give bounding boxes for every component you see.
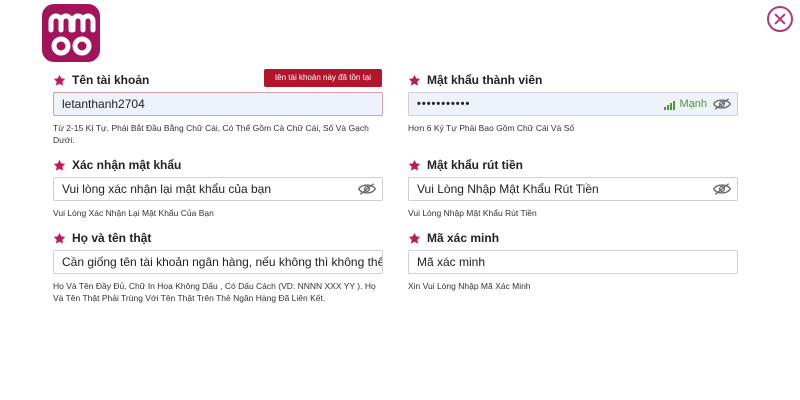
confirm-password-label: Xác nhận mật khẩu bbox=[72, 158, 182, 172]
withdraw-password-field-group: Mật khẩu rút tiền Vui Lòng Nhập Mật Khẩu… bbox=[408, 157, 738, 219]
username-input[interactable]: letanthanh2704 bbox=[53, 92, 383, 116]
eye-off-icon[interactable] bbox=[713, 182, 731, 196]
password-hint: Hơn 6 Ký Tự Phải Bao Gồm Chữ Cái Và Số bbox=[408, 123, 575, 133]
captcha-hint: Xin Vui Lòng Nhập Mã Xác Minh bbox=[408, 281, 531, 291]
confirm-password-hint: Vui Lòng Xác Nhận Lại Mật Khẩu Của Bạn bbox=[53, 208, 214, 218]
withdraw-password-input[interactable]: Vui Lòng Nhập Mật Khẩu Rút Tiền bbox=[408, 177, 738, 201]
withdraw-password-placeholder: Vui Lòng Nhập Mật Khẩu Rút Tiền bbox=[417, 182, 599, 196]
password-label: Mật khẩu thành viên bbox=[427, 73, 543, 87]
required-star-icon bbox=[408, 74, 421, 86]
password-strength: Mạnh bbox=[664, 98, 707, 110]
eye-off-icon[interactable] bbox=[358, 182, 376, 196]
withdraw-password-label: Mật khẩu rút tiền bbox=[427, 158, 524, 172]
full-name-hint: Họ Và Tên Đầy Đủ, Chữ In Hoa Không Dấu ,… bbox=[53, 281, 376, 303]
required-star-icon bbox=[53, 232, 66, 244]
password-value: ••••••••••• bbox=[417, 98, 471, 110]
close-icon[interactable] bbox=[767, 6, 793, 32]
eye-off-icon[interactable] bbox=[713, 97, 731, 111]
username-hint: Từ 2-15 Kí Tự, Phải Bắt Đầu Bằng Chữ Cái… bbox=[53, 123, 369, 145]
required-star-icon bbox=[408, 159, 421, 171]
username-value: letanthanh2704 bbox=[62, 97, 145, 111]
username-error-tooltip: tên tài khoản này đã tồn tại bbox=[264, 69, 382, 87]
password-strength-label: Mạnh bbox=[679, 98, 707, 110]
withdraw-password-hint: Vui Lòng Nhập Mật Khẩu Rút Tiền bbox=[408, 208, 537, 218]
mmoo-logo-icon bbox=[48, 13, 96, 56]
confirm-password-field-group: Xác nhận mật khẩu Vui lòng xác nhận lại … bbox=[53, 157, 383, 219]
full-name-placeholder: Cần giống tên tài khoản ngân hàng, nếu k… bbox=[62, 255, 382, 269]
password-input[interactable]: ••••••••••• Mạnh bbox=[408, 92, 738, 116]
captcha-field-group: Mã xác minh Mã xác minh Xin Vui Lòng Nhậ… bbox=[408, 230, 738, 292]
confirm-password-input[interactable]: Vui lòng xác nhận lại mật khẩu của bạn bbox=[53, 177, 383, 201]
username-label: Tên tài khoản bbox=[72, 73, 150, 87]
signal-bars-icon bbox=[664, 101, 676, 110]
captcha-label: Mã xác minh bbox=[427, 231, 500, 245]
required-star-icon bbox=[408, 232, 421, 244]
captcha-input[interactable]: Mã xác minh bbox=[408, 250, 738, 274]
confirm-password-placeholder: Vui lòng xác nhận lại mật khẩu của bạn bbox=[62, 182, 272, 196]
required-star-icon bbox=[53, 74, 66, 86]
full-name-field-group: Họ và tên thật Cần giống tên tài khoản n… bbox=[53, 230, 383, 304]
password-field-group: Mật khẩu thành viên ••••••••••• Mạnh Hơn… bbox=[408, 72, 738, 134]
captcha-placeholder: Mã xác minh bbox=[417, 255, 486, 269]
brand-logo bbox=[42, 4, 100, 62]
full-name-input[interactable]: Cần giống tên tài khoản ngân hàng, nếu k… bbox=[53, 250, 383, 274]
full-name-label: Họ và tên thật bbox=[72, 231, 152, 245]
required-star-icon bbox=[53, 159, 66, 171]
